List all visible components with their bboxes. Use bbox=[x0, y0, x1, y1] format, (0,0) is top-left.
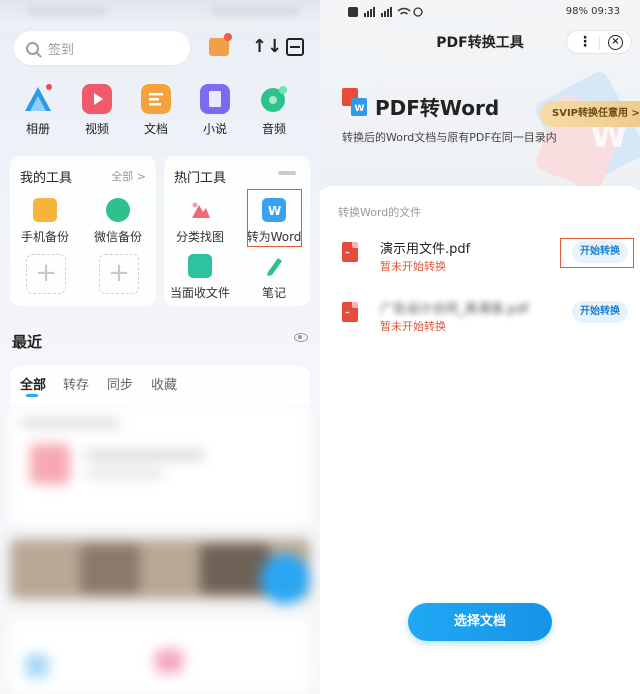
album-icon bbox=[23, 84, 53, 114]
app-label: 文档 bbox=[143, 122, 168, 136]
document-icon bbox=[141, 84, 171, 114]
app-label: 音频 bbox=[261, 122, 286, 136]
file-name: 广告设计合同_高清版.pdf bbox=[380, 302, 529, 317]
left-panel: 签到 ↑↓ 相册 视频 文档 小说 音频 我的工具 全部 > 手机备份 微信备份… bbox=[0, 0, 320, 694]
close-icon[interactable]: × bbox=[608, 35, 623, 50]
status-bar: 98% 09:33 bbox=[320, 5, 640, 21]
tab-favorites[interactable]: 收藏 bbox=[151, 374, 177, 393]
right-panel: 98% 09:33 PDF转换工具 ⋮ × W W PDF转Word 转换后的W… bbox=[320, 0, 640, 694]
search-placeholder: 签到 bbox=[48, 42, 75, 58]
app-novel[interactable]: 小说 bbox=[186, 84, 244, 137]
recent-heading: 最近 bbox=[12, 333, 43, 351]
app-video[interactable]: 视频 bbox=[68, 84, 126, 137]
pdf-file-icon: ⌁ bbox=[342, 302, 358, 322]
highlight-box-start-convert bbox=[560, 238, 634, 268]
my-tools-card: 我的工具 全部 > 手机备份 微信备份 + + bbox=[10, 156, 156, 306]
tool-phone-backup[interactable]: 手机备份 bbox=[5, 198, 85, 245]
tool-receive-files[interactable]: 当面收文件 bbox=[160, 254, 240, 301]
search-icon bbox=[26, 41, 39, 55]
capsule-divider bbox=[599, 36, 600, 50]
blurred-recent-content bbox=[0, 404, 320, 694]
mountain-icon bbox=[188, 198, 212, 222]
recent-tabs: 全部 转存 同步 收藏 bbox=[10, 366, 310, 404]
app-label: 视频 bbox=[84, 122, 109, 136]
pdf-file-icon: ⌁ bbox=[342, 242, 358, 262]
tool-label: 当面收文件 bbox=[169, 286, 230, 300]
add-tool-button[interactable]: + bbox=[99, 254, 139, 294]
sort-icon[interactable]: ↑↓ bbox=[252, 36, 282, 57]
tab-saved[interactable]: 转存 bbox=[63, 374, 89, 393]
page-indicator bbox=[278, 171, 296, 175]
receive-file-icon bbox=[188, 254, 212, 278]
scan-icon[interactable] bbox=[286, 38, 304, 56]
signal-icons bbox=[348, 6, 423, 21]
app-document[interactable]: 文档 bbox=[127, 84, 185, 137]
book-icon bbox=[200, 84, 230, 114]
my-tools-more-link[interactable]: 全部 > bbox=[111, 168, 146, 184]
gift-icon[interactable] bbox=[209, 33, 232, 56]
battery-time: 98% 09:33 bbox=[565, 6, 620, 17]
video-icon bbox=[82, 84, 112, 114]
my-tools-title: 我的工具 bbox=[20, 171, 73, 186]
add-tool-button[interactable]: + bbox=[26, 254, 66, 294]
eye-icon[interactable] bbox=[294, 333, 308, 342]
tool-label: 笔记 bbox=[261, 286, 286, 300]
app-audio[interactable]: 音频 bbox=[245, 84, 303, 137]
more-icon[interactable]: ⋮ bbox=[578, 33, 592, 51]
mini-program-capsule: ⋮ × bbox=[566, 30, 632, 54]
tool-notes[interactable]: 笔记 bbox=[234, 254, 314, 301]
pen-icon bbox=[262, 254, 286, 278]
hot-tools-title: 热门工具 bbox=[174, 171, 227, 186]
svip-promo-button[interactable]: SVIP转换任意用 > bbox=[540, 101, 640, 127]
status-blur-right bbox=[210, 6, 300, 16]
app-label: 相册 bbox=[25, 122, 50, 136]
tab-sync[interactable]: 同步 bbox=[107, 374, 133, 393]
music-icon bbox=[259, 84, 289, 114]
tool-label: 微信备份 bbox=[93, 230, 142, 244]
search-input[interactable]: 签到 bbox=[14, 31, 190, 65]
active-tab-indicator bbox=[26, 394, 38, 397]
tool-wechat-backup[interactable]: 微信备份 bbox=[78, 198, 158, 245]
file-row: ⌁ 广告设计合同_高清版.pdf 暂未开始转换 开始转换 bbox=[320, 298, 640, 342]
pdf-to-word-icon: W bbox=[342, 88, 367, 116]
phone-backup-icon bbox=[33, 198, 57, 222]
hero-subtitle: 转换后的Word文档与原有PDF在同一目录内 bbox=[342, 131, 557, 144]
file-status: 暂未开始转换 bbox=[380, 320, 446, 333]
file-name: 演示用文件.pdf bbox=[380, 242, 471, 257]
start-convert-button[interactable]: 开始转换 bbox=[572, 301, 628, 323]
svg-text:W: W bbox=[355, 104, 365, 114]
highlight-box-convert-word bbox=[247, 189, 302, 247]
tool-label: 分类找图 bbox=[175, 230, 224, 244]
file-status: 暂未开始转换 bbox=[380, 260, 446, 273]
choose-document-button[interactable]: 选择文档 bbox=[408, 603, 552, 641]
app-album[interactable]: 相册 bbox=[9, 84, 67, 137]
wechat-backup-icon bbox=[106, 198, 130, 222]
tool-label: 手机备份 bbox=[20, 230, 69, 244]
hero-title: PDF转Word bbox=[375, 96, 500, 120]
app-label: 小说 bbox=[202, 122, 227, 136]
status-blur-left bbox=[26, 6, 106, 16]
section-label: 转换Word的文件 bbox=[338, 206, 422, 219]
tool-category-photos[interactable]: 分类找图 bbox=[160, 198, 240, 245]
app-grid: 相册 视频 文档 小说 音频 bbox=[0, 84, 320, 137]
tab-all[interactable]: 全部 bbox=[20, 374, 46, 393]
